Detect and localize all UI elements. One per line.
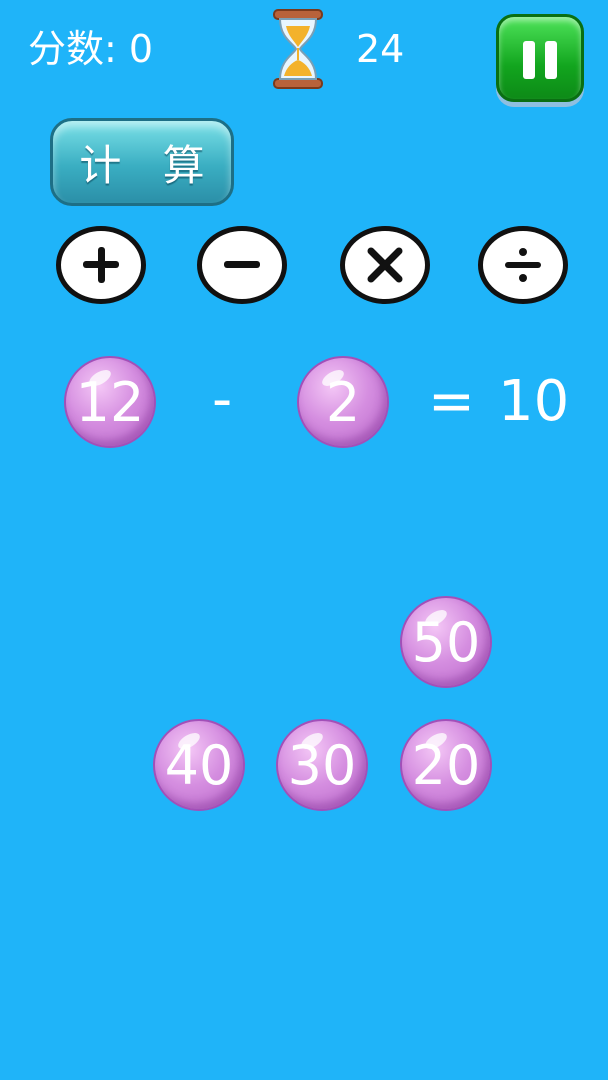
number-bubble[interactable]: 40 — [153, 719, 245, 811]
equation-right-operand[interactable]: 2 — [297, 356, 389, 448]
timer-value: 24 — [356, 27, 405, 71]
minus-icon — [224, 261, 260, 268]
pause-button[interactable] — [496, 14, 584, 102]
number-bubble[interactable]: 50 — [400, 596, 492, 688]
divide-icon — [505, 248, 541, 282]
compute-button-label: 计 算 — [79, 140, 219, 190]
divide-button[interactable] — [478, 226, 568, 304]
score-label: 分数: — [28, 27, 117, 71]
pause-icon — [523, 41, 535, 79]
score-value: 0 — [128, 27, 154, 71]
minus-button[interactable] — [197, 226, 287, 304]
plus-button[interactable] — [56, 226, 146, 304]
equation-operator: - — [212, 367, 233, 432]
equation-equals: = — [428, 369, 475, 434]
equation-result: 10 — [498, 369, 570, 434]
multiply-icon — [367, 247, 403, 283]
number-bubble[interactable]: 20 — [400, 719, 492, 811]
number-bubble[interactable]: 30 — [276, 719, 368, 811]
score-display: 分数: 0 — [28, 24, 153, 74]
hourglass-icon — [268, 8, 328, 90]
pause-icon-bar — [545, 41, 557, 79]
compute-button[interactable]: 计 算 — [50, 118, 234, 206]
multiply-button[interactable] — [340, 226, 430, 304]
plus-icon — [83, 247, 119, 283]
equation-left-operand[interactable]: 12 — [64, 356, 156, 448]
